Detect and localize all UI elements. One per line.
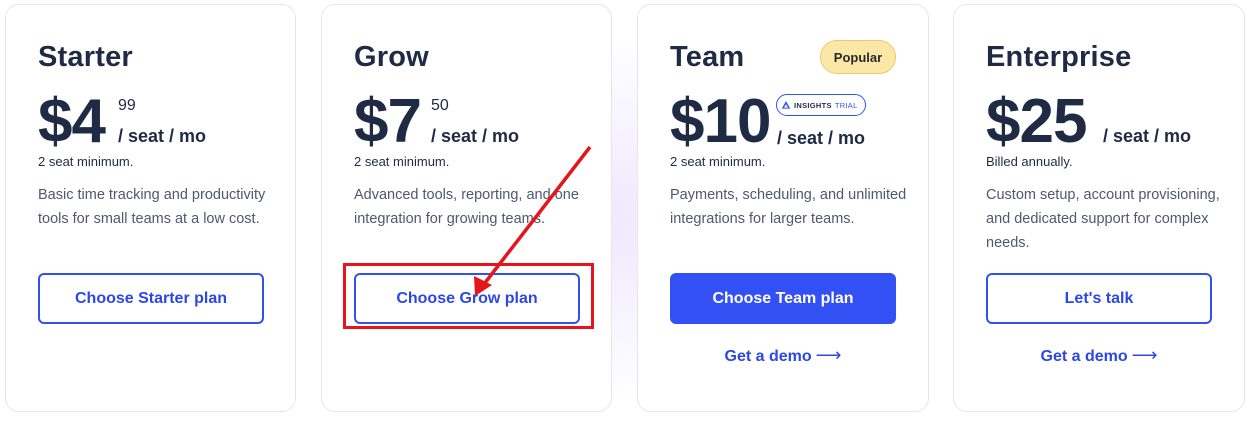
plan-card-enterprise: Enterprise $25 / seat / mo Billed annual… <box>953 4 1245 412</box>
plan-price-unit: / seat / mo <box>431 126 520 146</box>
arrow-right-icon: ⟶ <box>815 345 842 365</box>
plan-price-unit: / seat / mo <box>1103 126 1192 146</box>
trial-label: TRIAL <box>834 100 858 110</box>
plan-price: $4 <box>38 87 106 156</box>
popular-badge: Popular <box>820 40 896 74</box>
plan-description: Basic time tracking and productivity too… <box>38 187 266 227</box>
plan-price-unit: / seat / mo <box>118 126 207 146</box>
plan-price: $10 <box>670 87 771 156</box>
plan-minimum: 2 seat minimum. <box>354 154 450 169</box>
plan-price-cents: 50 <box>431 97 449 114</box>
plan-price: $7 <box>354 87 422 156</box>
plan-minimum: 2 seat minimum. <box>38 154 134 169</box>
get-a-demo-label: Get a demo <box>724 348 812 365</box>
plan-price: $25 <box>986 87 1087 156</box>
plan-minimum: 2 seat minimum. <box>670 154 766 169</box>
insights-label: INSIGHTS <box>794 100 832 110</box>
plan-card-starter: Starter $4 99 / seat / mo 2 seat minimum… <box>5 4 296 412</box>
lets-talk-button[interactable]: Let's talk <box>986 273 1212 324</box>
plan-description: Custom setup, account provisioning, and … <box>986 187 1220 251</box>
insights-triangle-icon <box>781 101 791 109</box>
plan-price-cents: 99 <box>118 97 136 114</box>
choose-team-plan-button[interactable]: Choose Team plan <box>670 273 896 324</box>
plan-name: Enterprise <box>986 41 1132 73</box>
arrow-right-icon: ⟶ <box>1131 345 1158 365</box>
plan-name: Starter <box>38 41 133 73</box>
plan-minimum: Billed annually. <box>986 154 1073 169</box>
get-a-demo-link[interactable]: Get a demo ⟶ <box>986 345 1212 366</box>
insights-trial-badge[interactable]: INSIGHTS TRIAL <box>776 94 866 116</box>
choose-starter-plan-button[interactable]: Choose Starter plan <box>38 273 264 324</box>
plan-card-grow: Grow $7 50 / seat / mo 2 seat minimum. A… <box>321 4 612 412</box>
plan-description: Payments, scheduling, and unlimited inte… <box>670 187 907 227</box>
get-a-demo-link[interactable]: Get a demo ⟶ <box>670 345 896 366</box>
get-a-demo-label: Get a demo <box>1040 348 1128 365</box>
plan-name: Grow <box>354 41 429 73</box>
choose-grow-plan-button[interactable]: Choose Grow plan <box>354 273 580 324</box>
plan-card-team: Team Popular $10 INSIGHTS TRIAL / seat /… <box>637 4 929 412</box>
plan-description: Advanced tools, reporting, and one integ… <box>354 187 579 227</box>
plan-name: Team <box>670 41 745 73</box>
plan-price-unit: / seat / mo <box>777 128 866 148</box>
